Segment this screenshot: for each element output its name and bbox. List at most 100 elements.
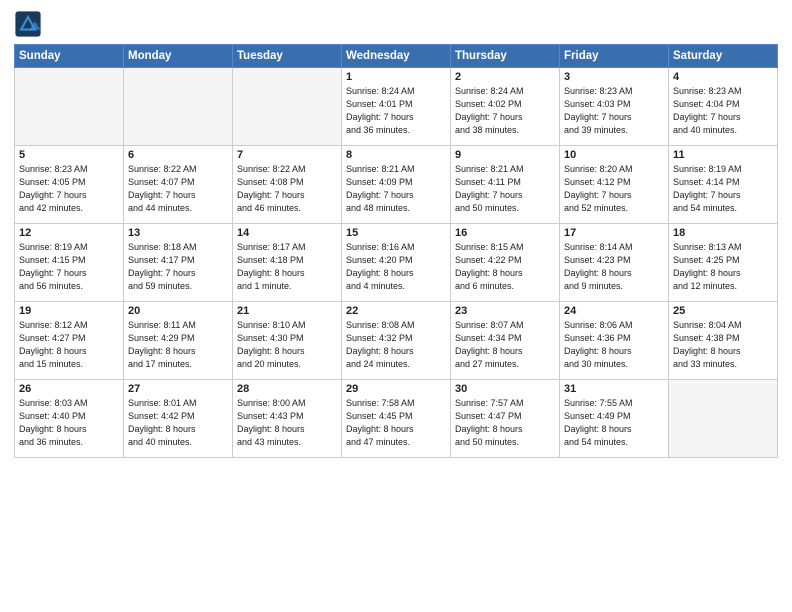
day-number: 15 [346, 227, 446, 239]
week-row-3: 12Sunrise: 8:19 AM Sunset: 4:15 PM Dayli… [15, 224, 778, 302]
day-number: 14 [237, 227, 337, 239]
day-info: Sunrise: 8:14 AM Sunset: 4:23 PM Dayligh… [564, 241, 664, 293]
day-cell-4: 4 Sunrise: 8:23 AM Sunset: 4:04 PM Daylig… [669, 68, 778, 146]
day-cell-7: 7 Sunrise: 8:22 AM Sunset: 4:08 PM Daylig… [233, 146, 342, 224]
day-number: 4 [673, 71, 773, 83]
day-number: 22 [346, 305, 446, 317]
day-info: Sunrise: 8:20 AM Sunset: 4:12 PM Dayligh… [564, 163, 664, 215]
day-info: Sunrise: 8:23 AM Sunset: 4:03 PM Dayligh… [564, 85, 664, 137]
day-info: Sunrise: 8:21 AM Sunset: 4:11 PM Dayligh… [455, 163, 555, 215]
day-cell-29: 29 Sunrise: 7:58 AM Sunset: 4:45 PM Dayli… [342, 380, 451, 458]
day-number: 23 [455, 305, 555, 317]
day-number: 6 [128, 149, 228, 161]
day-info: Sunrise: 8:23 AM Sunset: 4:05 PM Dayligh… [19, 163, 119, 215]
empty-cell [124, 68, 233, 146]
day-cell-27: 27 Sunrise: 8:01 AM Sunset: 4:42 PM Dayli… [124, 380, 233, 458]
day-number: 30 [455, 383, 555, 395]
day-cell-28: 28 Sunrise: 8:00 AM Sunset: 4:43 PM Dayli… [233, 380, 342, 458]
day-number: 9 [455, 149, 555, 161]
day-number: 16 [455, 227, 555, 239]
day-number: 7 [237, 149, 337, 161]
week-row-4: 19 Sunrise: 8:12 AM Sunset: 4:27 PM Dayli… [15, 302, 778, 380]
day-info: Sunrise: 8:08 AM Sunset: 4:32 PM Dayligh… [346, 319, 446, 371]
day-info: Sunrise: 7:57 AM Sunset: 4:47 PM Dayligh… [455, 397, 555, 449]
day-cell-19: 19 Sunrise: 8:12 AM Sunset: 4:27 PM Dayli… [15, 302, 124, 380]
day-number: 1 [346, 71, 446, 83]
logo [14, 10, 44, 38]
day-number: 27 [128, 383, 228, 395]
weekday-header-friday: Friday [560, 45, 669, 68]
day-info: Sunrise: 8:21 AM Sunset: 4:09 PM Dayligh… [346, 163, 446, 215]
day-cell-11: 11Sunrise: 8:19 AM Sunset: 4:14 PM Dayli… [669, 146, 778, 224]
day-cell-9: 9 Sunrise: 8:21 AM Sunset: 4:11 PM Daylig… [451, 146, 560, 224]
week-row-5: 26 Sunrise: 8:03 AM Sunset: 4:40 PM Dayli… [15, 380, 778, 458]
day-info: Sunrise: 8:22 AM Sunset: 4:08 PM Dayligh… [237, 163, 337, 215]
day-cell-14: 14 Sunrise: 8:17 AM Sunset: 4:18 PM Dayli… [233, 224, 342, 302]
day-cell-26: 26 Sunrise: 8:03 AM Sunset: 4:40 PM Dayli… [15, 380, 124, 458]
day-cell-25: 25 Sunrise: 8:04 AM Sunset: 4:38 PM Dayli… [669, 302, 778, 380]
day-cell-16: 16 Sunrise: 8:15 AM Sunset: 4:22 PM Dayli… [451, 224, 560, 302]
day-cell-31: 31Sunrise: 7:55 AM Sunset: 4:49 PM Dayli… [560, 380, 669, 458]
weekday-header-sunday: Sunday [15, 45, 124, 68]
day-number: 24 [564, 305, 664, 317]
day-info: Sunrise: 8:04 AM Sunset: 4:38 PM Dayligh… [673, 319, 773, 371]
day-cell-6: 6 Sunrise: 8:22 AM Sunset: 4:07 PM Daylig… [124, 146, 233, 224]
day-info: Sunrise: 8:00 AM Sunset: 4:43 PM Dayligh… [237, 397, 337, 449]
day-cell-22: 22 Sunrise: 8:08 AM Sunset: 4:32 PM Dayli… [342, 302, 451, 380]
day-cell-5: 5 Sunrise: 8:23 AM Sunset: 4:05 PM Daylig… [15, 146, 124, 224]
weekday-header-tuesday: Tuesday [233, 45, 342, 68]
header [14, 10, 778, 38]
page: SundayMondayTuesdayWednesdayThursdayFrid… [0, 0, 792, 612]
day-number: 29 [346, 383, 446, 395]
day-number: 17 [564, 227, 664, 239]
day-info: Sunrise: 8:24 AM Sunset: 4:02 PM Dayligh… [455, 85, 555, 137]
day-info: Sunrise: 8:06 AM Sunset: 4:36 PM Dayligh… [564, 319, 664, 371]
empty-cell [15, 68, 124, 146]
day-info: Sunrise: 7:58 AM Sunset: 4:45 PM Dayligh… [346, 397, 446, 449]
weekday-header-monday: Monday [124, 45, 233, 68]
day-info: Sunrise: 8:18 AM Sunset: 4:17 PM Dayligh… [128, 241, 228, 293]
day-cell-10: 10 Sunrise: 8:20 AM Sunset: 4:12 PM Dayli… [560, 146, 669, 224]
day-number: 10 [564, 149, 664, 161]
empty-cell [233, 68, 342, 146]
day-cell-24: 24 Sunrise: 8:06 AM Sunset: 4:36 PM Dayli… [560, 302, 669, 380]
day-info: Sunrise: 8:12 AM Sunset: 4:27 PM Dayligh… [19, 319, 119, 371]
day-number: 13 [128, 227, 228, 239]
day-info: Sunrise: 8:07 AM Sunset: 4:34 PM Dayligh… [455, 319, 555, 371]
day-info: Sunrise: 8:19 AM Sunset: 4:15 PM Dayligh… [19, 241, 119, 293]
day-cell-23: 23 Sunrise: 8:07 AM Sunset: 4:34 PM Dayli… [451, 302, 560, 380]
day-number: 26 [19, 383, 119, 395]
week-row-2: 5 Sunrise: 8:23 AM Sunset: 4:05 PM Daylig… [15, 146, 778, 224]
day-info: Sunrise: 8:10 AM Sunset: 4:30 PM Dayligh… [237, 319, 337, 371]
day-info: Sunrise: 8:16 AM Sunset: 4:20 PM Dayligh… [346, 241, 446, 293]
day-info: Sunrise: 8:15 AM Sunset: 4:22 PM Dayligh… [455, 241, 555, 293]
day-number: 5 [19, 149, 119, 161]
day-number: 25 [673, 305, 773, 317]
day-cell-8: 8Sunrise: 8:21 AM Sunset: 4:09 PM Daylig… [342, 146, 451, 224]
day-info: Sunrise: 8:22 AM Sunset: 4:07 PM Dayligh… [128, 163, 228, 215]
day-number: 28 [237, 383, 337, 395]
day-cell-20: 20Sunrise: 8:11 AM Sunset: 4:29 PM Dayli… [124, 302, 233, 380]
day-info: Sunrise: 8:13 AM Sunset: 4:25 PM Dayligh… [673, 241, 773, 293]
day-number: 11 [673, 149, 773, 161]
day-cell-12: 12Sunrise: 8:19 AM Sunset: 4:15 PM Dayli… [15, 224, 124, 302]
day-info: Sunrise: 7:55 AM Sunset: 4:49 PM Dayligh… [564, 397, 664, 449]
empty-cell [669, 380, 778, 458]
day-cell-3: 3 Sunrise: 8:23 AM Sunset: 4:03 PM Daylig… [560, 68, 669, 146]
logo-icon [14, 10, 42, 38]
day-info: Sunrise: 8:17 AM Sunset: 4:18 PM Dayligh… [237, 241, 337, 293]
day-cell-15: 15 Sunrise: 8:16 AM Sunset: 4:20 PM Dayli… [342, 224, 451, 302]
weekday-header-wednesday: Wednesday [342, 45, 451, 68]
day-info: Sunrise: 8:01 AM Sunset: 4:42 PM Dayligh… [128, 397, 228, 449]
day-cell-30: 30 Sunrise: 7:57 AM Sunset: 4:47 PM Dayli… [451, 380, 560, 458]
day-number: 21 [237, 305, 337, 317]
day-info: Sunrise: 8:03 AM Sunset: 4:40 PM Dayligh… [19, 397, 119, 449]
day-cell-18: 18Sunrise: 8:13 AM Sunset: 4:25 PM Dayli… [669, 224, 778, 302]
day-number: 3 [564, 71, 664, 83]
weekday-header-row: SundayMondayTuesdayWednesdayThursdayFrid… [15, 45, 778, 68]
day-number: 19 [19, 305, 119, 317]
day-cell-2: 2Sunrise: 8:24 AM Sunset: 4:02 PM Daylig… [451, 68, 560, 146]
day-info: Sunrise: 8:11 AM Sunset: 4:29 PM Dayligh… [128, 319, 228, 371]
day-info: Sunrise: 8:23 AM Sunset: 4:04 PM Dayligh… [673, 85, 773, 137]
weekday-header-saturday: Saturday [669, 45, 778, 68]
